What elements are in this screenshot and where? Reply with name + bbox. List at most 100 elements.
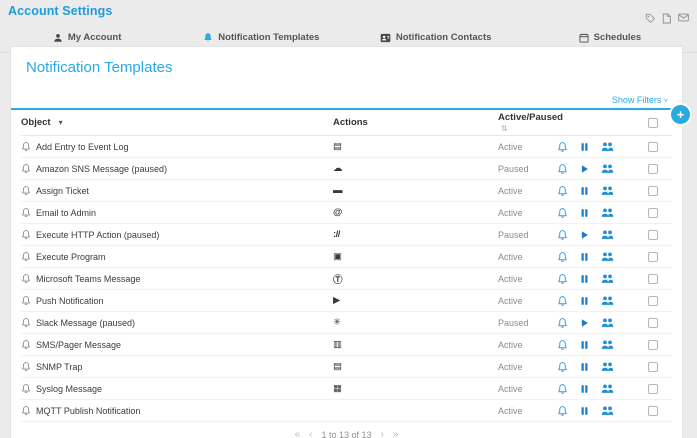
template-name-cell[interactable]: Slack Message (paused) (21, 317, 333, 328)
action-icon-slack: ✳ (333, 317, 498, 328)
row-checkbox[interactable] (648, 340, 658, 350)
bell-outline-icon (21, 141, 31, 152)
test-notification-icon[interactable] (557, 251, 568, 263)
row-checkbox[interactable] (648, 296, 658, 306)
pause-icon[interactable] (580, 186, 589, 196)
pause-icon[interactable] (580, 406, 589, 416)
test-notification-icon[interactable] (557, 273, 568, 285)
row-checkbox[interactable] (648, 318, 658, 328)
show-filters-link[interactable]: Show Filters ˅ (612, 95, 668, 108)
used-by-icon[interactable] (601, 207, 614, 218)
pause-icon[interactable] (580, 142, 589, 152)
used-by-icon[interactable] (601, 339, 614, 350)
template-name-cell[interactable]: Execute HTTP Action (paused) (21, 229, 333, 240)
used-by-icon[interactable] (601, 361, 614, 372)
table-row: MQTT Publish Notification Active (21, 400, 672, 422)
pagination: « ‹ 1 to 13 of 13 › » (11, 422, 682, 438)
template-name-cell[interactable]: Amazon SNS Message (paused) (21, 163, 333, 174)
template-name-cell[interactable]: Syslog Message (21, 383, 333, 394)
template-name-cell[interactable]: Push Notification (21, 295, 333, 306)
test-notification-icon[interactable] (557, 141, 568, 153)
template-name: SMS/Pager Message (36, 340, 121, 350)
template-name-cell[interactable]: Email to Admin (21, 207, 333, 218)
action-icon-event-log: ▤ (333, 141, 498, 152)
pause-icon[interactable] (580, 362, 589, 372)
used-by-icon[interactable] (601, 229, 614, 240)
template-name-cell[interactable]: Microsoft Teams Message (21, 273, 333, 284)
row-checkbox[interactable] (648, 274, 658, 284)
user-icon (53, 33, 63, 43)
test-notification-icon[interactable] (557, 361, 568, 373)
used-by-icon[interactable] (601, 405, 614, 416)
bell-outline-icon (21, 185, 31, 196)
last-page-button[interactable]: » (393, 429, 399, 438)
add-template-button[interactable]: + (671, 105, 690, 124)
column-header-object[interactable]: Object ▾ (21, 117, 333, 128)
test-notification-icon[interactable] (557, 317, 568, 329)
column-header-active-paused[interactable]: Active/Paused ⇅ (498, 112, 553, 134)
file-export-icon[interactable] (662, 13, 671, 24)
pause-icon[interactable] (580, 252, 589, 262)
status-label: Paused (498, 230, 553, 240)
table-row: Execute HTTP Action (paused) :// Paused (21, 224, 672, 246)
resume-icon[interactable] (580, 230, 589, 240)
test-notification-icon[interactable] (557, 339, 568, 351)
first-page-button[interactable]: « (295, 429, 301, 438)
pause-icon[interactable] (580, 340, 589, 350)
pause-icon[interactable] (580, 384, 589, 394)
row-checkbox[interactable] (648, 384, 658, 394)
row-checkbox[interactable] (648, 208, 658, 218)
test-notification-icon[interactable] (557, 383, 568, 395)
row-checkbox[interactable] (648, 186, 658, 196)
page-title: Account Settings (0, 0, 697, 18)
tag-icon[interactable] (645, 13, 655, 24)
row-checkbox[interactable] (648, 362, 658, 372)
test-notification-icon[interactable] (557, 229, 568, 241)
status-label: Active (498, 362, 553, 372)
used-by-icon[interactable] (601, 141, 614, 152)
used-by-icon[interactable] (601, 251, 614, 262)
template-name: MQTT Publish Notification (36, 406, 140, 416)
used-by-icon[interactable] (601, 383, 614, 394)
used-by-icon[interactable] (601, 163, 614, 174)
next-page-button[interactable]: › (381, 429, 384, 438)
pause-icon[interactable] (580, 274, 589, 284)
pause-icon[interactable] (580, 208, 589, 218)
template-name: Push Notification (36, 296, 104, 306)
test-notification-icon[interactable] (557, 163, 568, 175)
test-notification-icon[interactable] (557, 185, 568, 197)
template-name-cell[interactable]: MQTT Publish Notification (21, 405, 333, 416)
template-name-cell[interactable]: SNMP Trap (21, 361, 333, 372)
row-checkbox[interactable] (648, 406, 658, 416)
used-by-icon[interactable] (601, 273, 614, 284)
row-checkbox[interactable] (648, 252, 658, 262)
pause-icon[interactable] (580, 296, 589, 306)
row-checkbox[interactable] (648, 142, 658, 152)
bell-outline-icon (21, 295, 31, 306)
status-label: Active (498, 186, 553, 196)
template-name: Assign Ticket (36, 186, 89, 196)
template-name: Add Entry to Event Log (36, 142, 129, 152)
action-icon-teams: Ⓣ (333, 272, 498, 286)
template-name-cell[interactable]: Assign Ticket (21, 185, 333, 196)
used-by-icon[interactable] (601, 317, 614, 328)
template-name-cell[interactable]: Add Entry to Event Log (21, 141, 333, 152)
template-name-cell[interactable]: Execute Program (21, 251, 333, 262)
select-all-checkbox[interactable] (648, 118, 658, 128)
row-checkbox[interactable] (648, 164, 658, 174)
template-name: Execute HTTP Action (paused) (36, 230, 159, 240)
contact-card-icon (380, 33, 391, 43)
used-by-icon[interactable] (601, 185, 614, 196)
row-checkbox[interactable] (648, 230, 658, 240)
status-label: Active (498, 384, 553, 394)
template-name-cell[interactable]: SMS/Pager Message (21, 339, 333, 350)
test-notification-icon[interactable] (557, 405, 568, 417)
resume-icon[interactable] (580, 318, 589, 328)
mail-icon[interactable] (678, 13, 689, 24)
prev-page-button[interactable]: ‹ (309, 429, 312, 438)
resume-icon[interactable] (580, 164, 589, 174)
test-notification-icon[interactable] (557, 207, 568, 219)
test-notification-icon[interactable] (557, 295, 568, 307)
used-by-icon[interactable] (601, 295, 614, 306)
table-row: Slack Message (paused) ✳ Paused (21, 312, 672, 334)
